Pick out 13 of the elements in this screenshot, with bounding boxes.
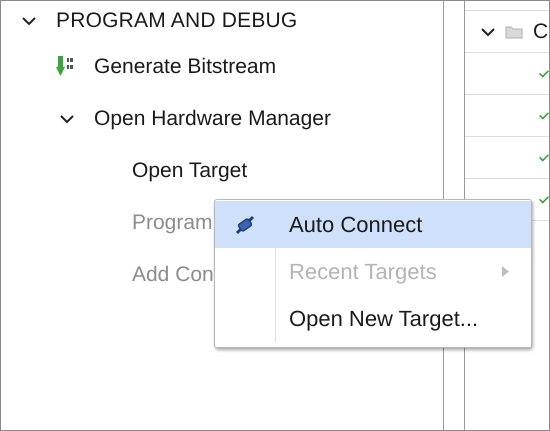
tree-item[interactable]: PROGRAM AND DEBUG [56,9,298,33]
tree-item[interactable]: C [533,20,548,44]
menu-item[interactable]: Auto Connect [215,201,531,248]
submenu-arrow-icon [502,266,509,277]
tree-item[interactable]: Open Hardware Manager [94,107,331,131]
menu-item[interactable]: Open New Target... [215,295,531,342]
bitstream-icon [56,56,76,78]
folder-icon [505,24,523,38]
chevron-icon[interactable] [22,16,36,26]
tree-item[interactable]: Open Target [132,159,248,183]
chevron-icon[interactable] [481,26,495,36]
chevron-icon[interactable] [60,114,74,124]
tree-item[interactable]: Generate Bitstream [94,55,276,79]
